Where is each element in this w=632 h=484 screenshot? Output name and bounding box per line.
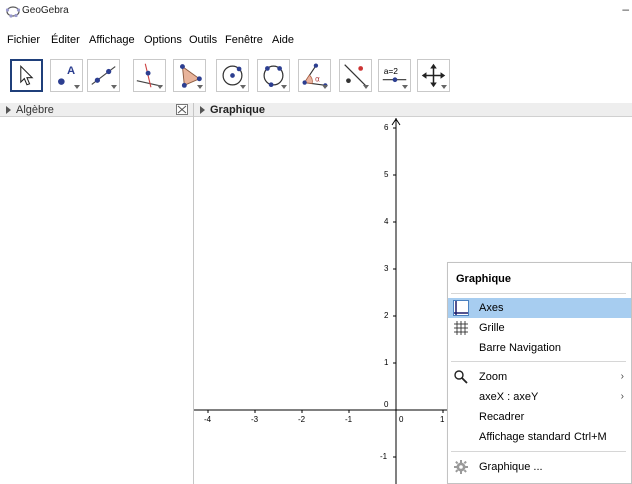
title-bar: GeoGebra – — [0, 0, 632, 22]
minimize-button[interactable]: – — [622, 2, 629, 16]
menu-aide[interactable]: Aide — [272, 34, 294, 46]
menu-fenetre[interactable]: Fenêtre — [225, 34, 263, 46]
window-title: GeoGebra — [22, 5, 69, 16]
y-tick-label: -1 — [380, 452, 388, 461]
svg-text:A: A — [67, 65, 75, 77]
graphics-context-menu: Graphique Axes Grille Barre Navigation Z… — [447, 262, 632, 484]
menu-separator — [451, 361, 626, 362]
expand-triangle-icon[interactable] — [6, 106, 11, 114]
menu-separator — [451, 451, 626, 452]
tool-circle-three-points[interactable] — [257, 59, 290, 92]
menu-bar: Fichier Éditer Affichage Options Outils … — [0, 31, 632, 51]
menu-item-navigation-bar[interactable]: Barre Navigation — [448, 338, 631, 358]
menu-item-label: Zoom — [479, 371, 508, 383]
menu-item-label: Axes — [479, 302, 504, 314]
y-tick-label: 5 — [384, 170, 389, 179]
menu-item-show-all[interactable]: Recadrer — [448, 407, 631, 427]
y-tick-label: 4 — [384, 217, 389, 226]
svg-text:α: α — [315, 75, 320, 84]
menu-item-label: axeX : axeY — [479, 391, 539, 403]
tool-move-graphics[interactable] — [417, 59, 450, 92]
context-menu-title: Graphique — [456, 273, 512, 285]
menu-item-label: Graphique ... — [479, 461, 543, 473]
toolbar: A α a=2 — [0, 56, 632, 96]
algebra-panel-header: Algèbre — [0, 103, 193, 117]
tool-slider[interactable]: a=2 — [378, 59, 411, 92]
x-tick-label: -3 — [251, 415, 259, 424]
tool-perpendicular[interactable] — [133, 59, 166, 92]
menu-item-label: Barre Navigation — [479, 342, 561, 354]
gear-icon — [454, 460, 468, 474]
grid-icon — [454, 321, 468, 335]
tool-polygon[interactable] — [173, 59, 206, 92]
expand-triangle-icon[interactable] — [200, 106, 205, 114]
geogebra-logo-icon — [5, 6, 21, 18]
move-arrow-icon — [20, 64, 34, 86]
x-tick-label: 1 — [440, 415, 445, 424]
y-tick-label: 2 — [384, 311, 389, 320]
tool-reflect[interactable] — [339, 59, 372, 92]
menu-item-label: Grille — [479, 322, 505, 334]
menu-item-grid[interactable]: Grille — [448, 318, 631, 338]
x-tick-label: -2 — [298, 415, 306, 424]
menu-item-axes[interactable]: Axes — [448, 298, 631, 318]
graphics-panel-header: Graphique — [194, 103, 632, 117]
menu-options[interactable]: Options — [144, 34, 182, 46]
menu-affichage[interactable]: Affichage — [89, 34, 135, 46]
x-tick-label: 0 — [399, 415, 404, 424]
y-tick-label: 6 — [384, 123, 389, 132]
axes-icon — [453, 300, 469, 316]
menu-item-label: Affichage standard — [479, 431, 571, 443]
tool-line[interactable] — [87, 59, 120, 92]
menu-editer[interactable]: Éditer — [51, 34, 80, 46]
menu-item-graphics-properties[interactable]: Graphique ... — [448, 457, 631, 477]
menu-outils[interactable]: Outils — [189, 34, 217, 46]
menu-item-zoom[interactable]: Zoom › — [448, 367, 631, 387]
close-algebra-button[interactable] — [176, 104, 188, 115]
tool-circle-center[interactable] — [216, 59, 249, 92]
close-icon — [177, 105, 187, 114]
x-tick-label: -1 — [345, 415, 353, 424]
submenu-arrow-icon: › — [620, 371, 624, 382]
origin-label: 0 — [384, 400, 389, 409]
y-tick-label: 1 — [384, 358, 389, 367]
menu-fichier[interactable]: Fichier — [7, 34, 40, 46]
y-tick-label: 3 — [384, 264, 389, 273]
svg-text:a=2: a=2 — [384, 66, 399, 76]
submenu-arrow-icon: › — [620, 391, 624, 402]
menu-separator — [451, 293, 626, 294]
menu-item-standard-view[interactable]: Affichage standard Ctrl+M — [448, 427, 631, 447]
algebra-panel-title: Algèbre — [16, 104, 54, 116]
tool-point[interactable]: A — [50, 59, 83, 92]
tool-angle[interactable]: α — [298, 59, 331, 92]
tool-move[interactable] — [10, 59, 43, 92]
menu-item-axes-ratio[interactable]: axeX : axeY › — [448, 387, 631, 407]
x-tick-label: -4 — [204, 415, 212, 424]
graphics-panel-title: Graphique — [210, 104, 266, 116]
menu-item-label: Recadrer — [479, 411, 525, 423]
magnifier-icon — [454, 370, 468, 384]
menu-item-shortcut: Ctrl+M — [574, 431, 607, 443]
